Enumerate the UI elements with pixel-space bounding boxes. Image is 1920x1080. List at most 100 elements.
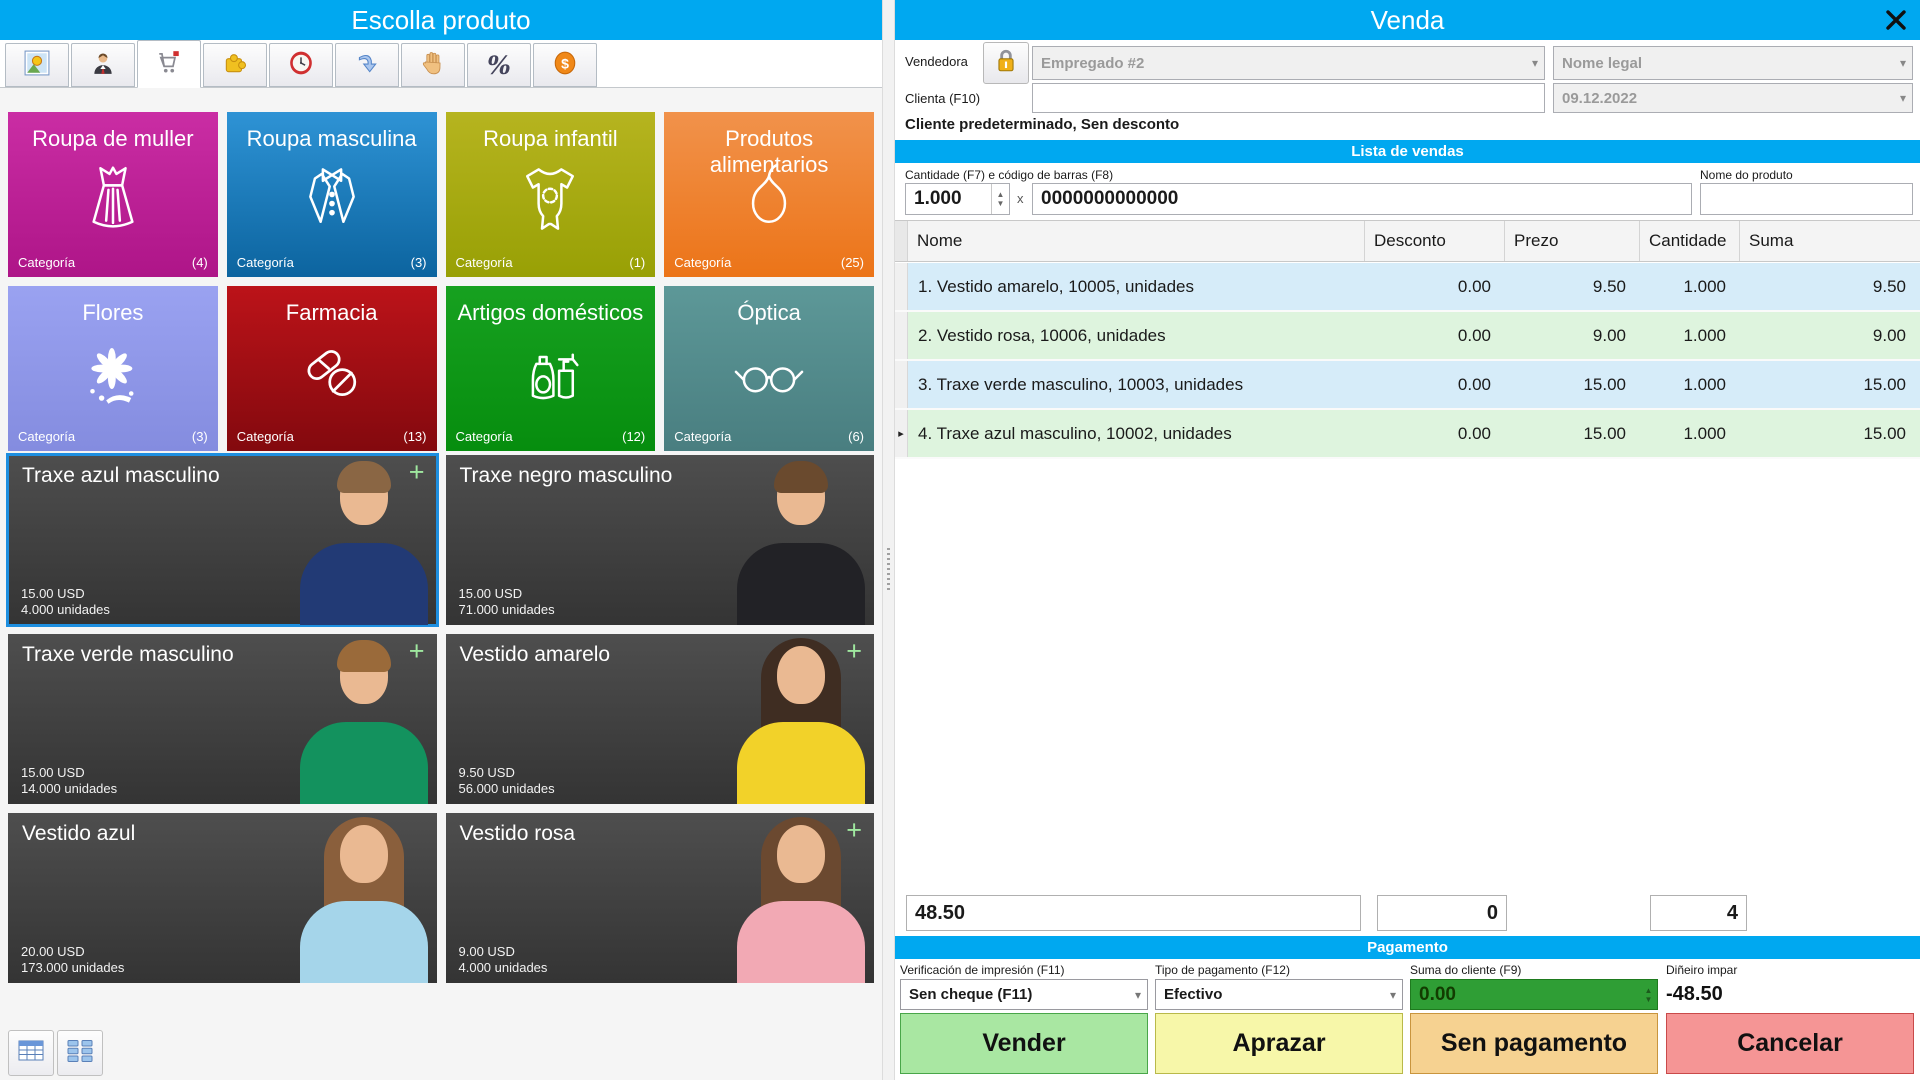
column-header-desconto[interactable]: Desconto <box>1365 221 1505 261</box>
vendedora-select[interactable]: Empregado #2 ▾ <box>1032 46 1545 80</box>
category-tile-roupa-de-muller[interactable]: Roupa de muller Categoría (4) <box>8 112 218 277</box>
sen-pagamento-button[interactable]: Sen pagamento <box>1410 1013 1658 1074</box>
cell-cantidade: 1.000 <box>1683 325 1726 345</box>
left-panel-title: Escolla produto <box>0 0 882 40</box>
payment-tab-button[interactable]: $ <box>533 43 597 87</box>
barcode-input[interactable]: 0000000000000 <box>1032 183 1692 215</box>
discount-tab-button[interactable]: % <box>467 43 531 87</box>
add-product-icon[interactable]: + <box>846 636 862 667</box>
column-header-cantidade[interactable]: Cantidade <box>1640 221 1740 261</box>
pagamento-bar: Pagamento <box>895 936 1920 959</box>
category-name: Roupa de muller <box>32 126 194 151</box>
cancelar-button[interactable]: Cancelar <box>1666 1013 1914 1074</box>
date-select[interactable]: 09.12.2022 ▾ <box>1553 83 1913 113</box>
cart-tab-button[interactable] <box>137 40 201 88</box>
product-price-block: 15.00 USD 14.000 unidades <box>21 765 117 797</box>
column-header-suma[interactable]: Suma <box>1740 221 1920 261</box>
column-header-nome[interactable]: Nome <box>908 221 1365 261</box>
aprazar-button[interactable]: Aprazar <box>1155 1013 1403 1074</box>
product-name-input[interactable] <box>1700 183 1913 215</box>
cell-desconto: 0.00 <box>1457 325 1491 345</box>
quantity-value: 1.000 <box>914 188 962 209</box>
category-tile-roupa-infantil[interactable]: Roupa infantil Categoría (1) <box>445 112 656 277</box>
date-value: 09.12.2022 <box>1562 89 1638 107</box>
product-units: 4.000 unidades <box>21 602 110 617</box>
cleaning-icon <box>509 332 591 419</box>
picture-tab-button[interactable] <box>5 43 69 87</box>
category-tile-farmacia[interactable]: Farmacia Categoría (13) <box>226 286 437 451</box>
category-tile-optica[interactable]: Óptica Categoría (6) <box>664 286 874 451</box>
vendedora-value: Empregado #2 <box>1041 54 1145 72</box>
dollar-icon: $ <box>552 50 578 81</box>
product-price: 15.00 USD <box>458 586 523 601</box>
table-row[interactable]: 3. Traxe verde masculino, 10003, unidade… <box>895 361 1920 410</box>
category-name: Artigos domésticos <box>457 300 644 325</box>
category-count: (4) <box>191 255 208 270</box>
cell-nome: 4. Traxe azul masculino, 10002, unidades <box>918 423 1232 443</box>
category-name: Roupa infantil <box>483 126 618 151</box>
product-tile-traxe-negro-masculino[interactable]: Traxe negro masculino 15.00 USD 71.000 u… <box>445 455 874 625</box>
vendedora-label: Vendedora <box>905 54 968 69</box>
time-tab-button[interactable] <box>269 43 333 87</box>
hold-tab-button[interactable] <box>401 43 465 87</box>
row-marker-icon: ▸ <box>895 410 908 457</box>
item-count-value: 4 <box>1726 901 1738 924</box>
sale-panel-title: Venda <box>895 0 1920 40</box>
lock-button[interactable] <box>983 42 1029 84</box>
cell-suma: 9.00 <box>1872 325 1906 345</box>
payment-type-value: Efectivo <box>1164 986 1223 1003</box>
category-tile-roupa-masculina[interactable]: Roupa masculina Categoría (3) <box>226 112 437 277</box>
add-product-icon[interactable]: + <box>409 636 425 667</box>
row-marker <box>895 263 908 310</box>
table-view-button[interactable] <box>8 1030 54 1076</box>
plugins-tab-button[interactable] <box>203 43 267 87</box>
payment-type-select[interactable]: Efectivo ▾ <box>1155 979 1403 1010</box>
verification-select[interactable]: Sen cheque (F11) ▾ <box>900 979 1148 1010</box>
category-tile-produtos-alimentarios[interactable]: Produtos alimentarios Categoría (25) <box>664 112 874 277</box>
tiles-view-icon <box>66 1039 94 1068</box>
stepper-arrows-icon[interactable]: ▲ ▼ <box>1640 980 1657 1009</box>
column-header-prezo[interactable]: Prezo <box>1505 221 1640 261</box>
barcode-value: 0000000000000 <box>1041 188 1179 209</box>
add-product-icon[interactable]: + <box>409 457 425 488</box>
stepper-arrows-icon[interactable]: ▲ ▼ <box>991 184 1009 214</box>
product-tile-traxe-azul-masculino[interactable]: Traxe azul masculino + 15.00 USD 4.000 u… <box>6 453 439 627</box>
category-name: Óptica <box>737 300 801 325</box>
category-tile-artigos-domesticos[interactable]: Artigos domésticos Categoría (12) <box>445 286 656 451</box>
product-name: Vestido rosa <box>459 822 576 845</box>
seller-tab-button[interactable] <box>71 43 135 87</box>
chevron-down-icon: ▾ <box>1531 56 1538 70</box>
product-tile-vestido-rosa[interactable]: Vestido rosa + 9.00 USD 4.000 unidades <box>445 813 874 983</box>
close-icon[interactable] <box>1880 5 1912 35</box>
table-row[interactable]: 2. Vestido rosa, 10006, unidades 0.00 9.… <box>895 312 1920 361</box>
nome-legal-select[interactable]: Nome legal ▾ <box>1553 46 1913 80</box>
baby-onesie-icon <box>509 158 591 245</box>
product-tile-vestido-azul[interactable]: Vestido azul 20.00 USD 173.000 unidades <box>8 813 437 983</box>
cell-cantidade: 1.000 <box>1683 276 1726 296</box>
clienta-input[interactable] <box>1032 83 1545 113</box>
cell-suma: 15.00 <box>1863 374 1906 394</box>
category-tile-flores[interactable]: Flores Categoría (3) <box>8 286 218 451</box>
flower-icon <box>72 332 154 419</box>
pear-icon <box>728 158 810 245</box>
return-tab-button[interactable] <box>335 43 399 87</box>
panel-splitter[interactable] <box>882 0 895 1080</box>
photo-hair <box>336 640 391 672</box>
cell-desconto: 0.00 <box>1457 276 1491 296</box>
customer-sum-value: 0.00 <box>1419 983 1456 1005</box>
category-grid: Roupa de muller Categoría (4) Roupa masc… <box>8 112 874 451</box>
product-tile-traxe-verde-masculino[interactable]: Traxe verde masculino + 15.00 USD 14.000… <box>8 634 437 804</box>
table-row-current[interactable]: ▸ 4. Traxe azul masculino, 10002, unidad… <box>895 410 1920 459</box>
add-product-icon[interactable]: + <box>846 815 862 846</box>
photo-torso <box>299 901 428 983</box>
customer-sum-stepper[interactable]: 0.00 ▲ ▼ <box>1410 979 1658 1010</box>
quantity-stepper[interactable]: 1.000 ▲ ▼ <box>905 183 1010 215</box>
picture-icon <box>24 50 50 81</box>
vender-button[interactable]: Vender <box>900 1013 1148 1074</box>
product-tile-vestido-amarelo[interactable]: Vestido amarelo + 9.50 USD 56.000 unidad… <box>445 634 874 804</box>
product-photo <box>732 455 870 625</box>
cell-suma: 15.00 <box>1863 423 1906 443</box>
tiles-view-button[interactable] <box>57 1030 103 1076</box>
row-marker <box>895 361 908 408</box>
table-row[interactable]: 1. Vestido amarelo, 10005, unidades 0.00… <box>895 263 1920 312</box>
